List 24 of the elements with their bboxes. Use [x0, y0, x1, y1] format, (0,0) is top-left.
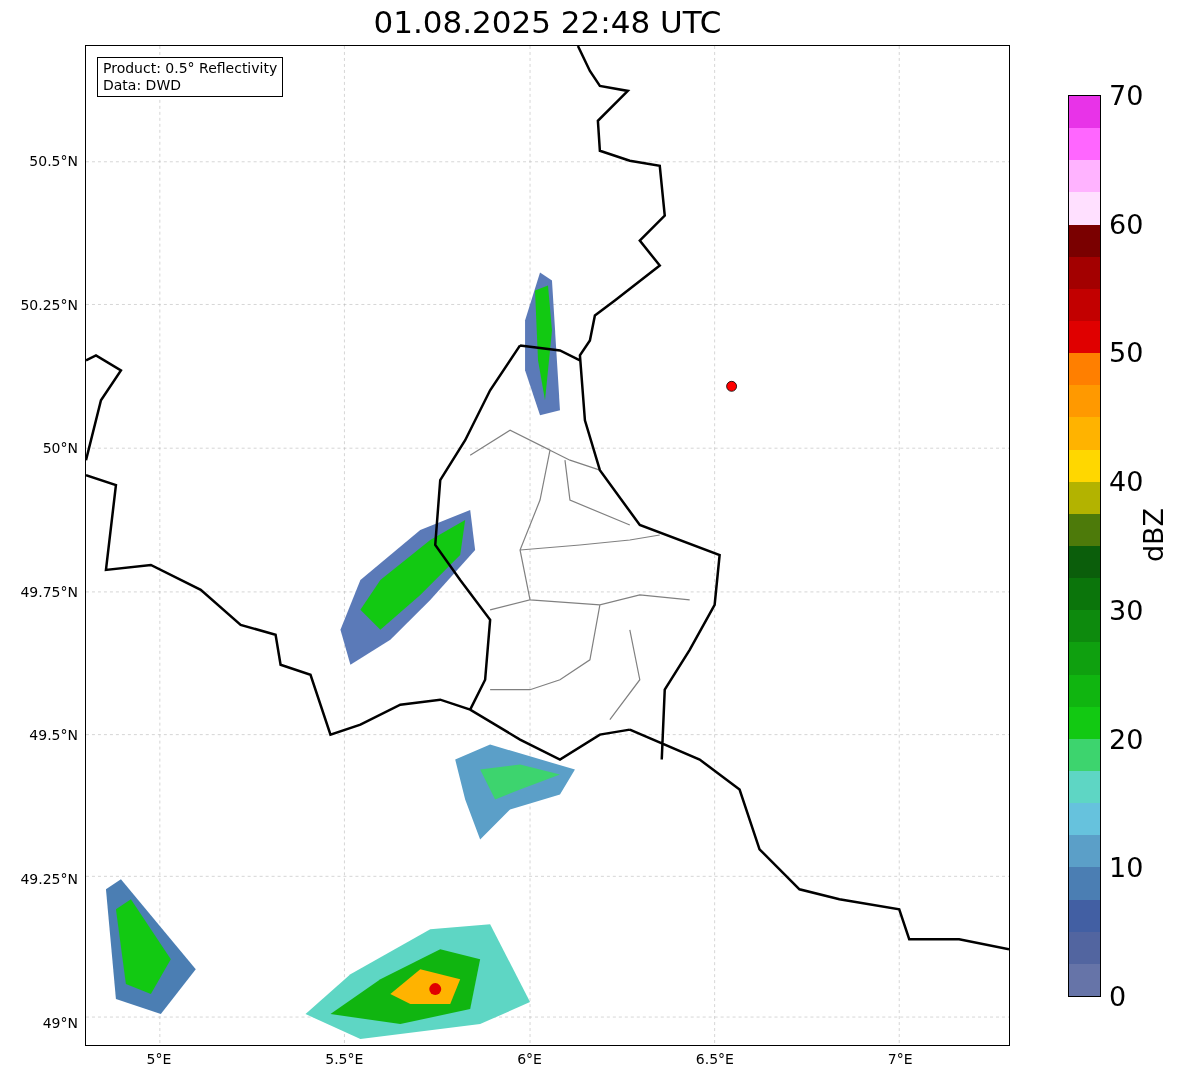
- colorbar-label: dBZ: [1139, 507, 1167, 563]
- colorbar-tick-label: 70: [1109, 81, 1144, 109]
- longitude-label: 7°E: [887, 1052, 913, 1066]
- chart-title: 01.08.2025 22:48 UTC: [373, 7, 722, 38]
- latitude-label: 49°N: [42, 1015, 78, 1030]
- info-text: Product: 0.5° Reflectivity: [103, 60, 278, 77]
- colorbar-tick-label: 60: [1109, 210, 1144, 238]
- longitude-label: 5°E: [146, 1052, 172, 1066]
- colorbar-tick-label: 20: [1109, 725, 1144, 753]
- longitude-label: 5.5°E: [325, 1052, 364, 1066]
- info-text: Data: DWD: [103, 77, 182, 94]
- colorbar-tick-label: 10: [1109, 853, 1144, 881]
- latitude-label: 49.75°N: [20, 584, 78, 599]
- latitude-label: 49.5°N: [29, 728, 78, 743]
- latitude-label: 49.25°N: [20, 872, 78, 886]
- longitude-label: 6.5°E: [695, 1052, 734, 1066]
- longitude-label: 6°E: [517, 1052, 542, 1066]
- latitude-label: 50.25°N: [20, 297, 78, 312]
- colorbar-tick-label: 50: [1109, 338, 1144, 366]
- colorbar-tick-label: 0: [1109, 982, 1127, 1010]
- latitude-label: 50.5°N: [29, 154, 78, 168]
- colorbar-tick-label: 30: [1109, 596, 1144, 624]
- colorbar-tick-label: 40: [1109, 467, 1144, 495]
- latitude-label: 50°N: [42, 441, 78, 456]
